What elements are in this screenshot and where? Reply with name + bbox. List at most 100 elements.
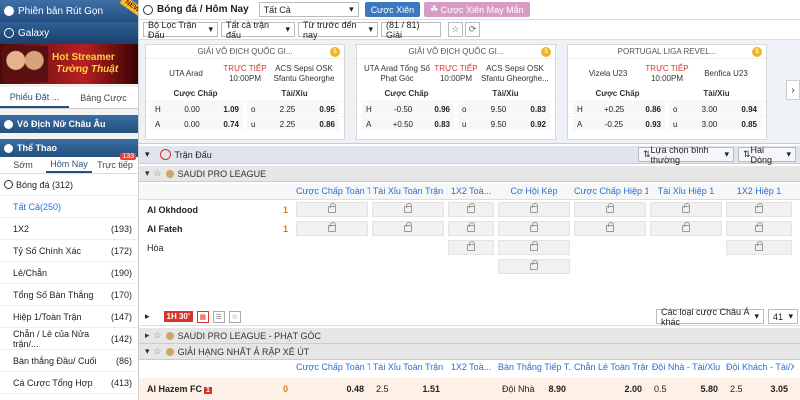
more-markets-select[interactable]: 41 ▾ (768, 309, 798, 324)
tab-bet-list[interactable]: Bảng Cược (69, 87, 138, 108)
app-root: Phiên bản Rút Gọn NEW Galaxy Hot Streame… (0, 0, 800, 400)
bet-type-item[interactable]: Tổng Số Bàn Thắng (170) (0, 284, 138, 306)
team-home-score: 1 (282, 204, 288, 215)
handicap-odds-cell[interactable]: A -0.25 0.93 (573, 118, 665, 130)
ou-price: 0.85 (741, 119, 757, 129)
bet-type-count: (86) (115, 355, 132, 366)
lock-icon (530, 260, 538, 270)
favorite-star-icon[interactable]: ☆ (154, 346, 162, 357)
all-matches-select[interactable]: Tất cả trận đấu ▾ (221, 20, 295, 40)
favorite-star-icon[interactable]: ☆ (448, 22, 463, 37)
league-count[interactable]: (81 / 81) Giải (381, 20, 441, 40)
galaxy-label: Galaxy (18, 27, 50, 39)
bet-type-item[interactable]: Hiệp 1/Toàn Trận (147) (0, 306, 138, 328)
bet-type-item[interactable]: Chẵn / Lẻ của Nửa trận/... (142) (0, 328, 138, 350)
handicap-odds-cell[interactable]: A 0.00 0.74 (151, 118, 243, 130)
coin-icon[interactable]: $ (541, 47, 551, 57)
galaxy-banner[interactable]: Galaxy (0, 22, 138, 44)
collapse-icon[interactable]: ▾ (145, 149, 150, 160)
handicap-line: -0.25 (604, 119, 623, 129)
tab-today[interactable]: Hôm Nay (46, 157, 92, 173)
match-controls-row: ▸ 1H 30' ▦ ☰ ☆ Các loại cược Châu Á khác… (139, 307, 800, 327)
handicap-header: Cược Chấp (595, 89, 640, 98)
sport-football[interactable]: Bóng đá (312) (0, 174, 138, 196)
league-row[interactable]: ▾ ☆ GIẢI HẠNG NHẤT Ả RẬP XÊ ÚT (139, 344, 800, 360)
match-filter-select[interactable]: Bộ Lọc Trận Đấu ▾ (143, 20, 218, 40)
time-range-select[interactable]: Từ trước đến nay ▾ (298, 20, 378, 40)
market-select[interactable]: Tất Cả ▾ (258, 2, 359, 17)
statistics-icon[interactable]: ▦ (196, 310, 209, 323)
lock-icon (606, 222, 614, 232)
card-time: 10:00PM (650, 74, 683, 83)
locked-odds-cell (726, 221, 792, 236)
bet-type-item[interactable]: Bàn thắng Đầu/ Cuối (86) (0, 350, 138, 372)
bet-slip-tabs: Phiếu Đặt ... Bảng Cược (0, 87, 138, 109)
league-name: SAUDI PRO LEAGUE (177, 168, 267, 179)
odds-cell[interactable]: 2.00 (574, 381, 646, 397)
bet-type-item[interactable]: 1X2 (193) (0, 218, 138, 240)
bet-type-item[interactable]: Cá Cược Tổng Hợp (413) (0, 372, 138, 394)
handicap-odds-cell[interactable]: H +0.25 0.86 (573, 103, 665, 115)
next-arrow-icon[interactable]: › (786, 80, 800, 100)
ou-odds-cell[interactable]: u 3.00 0.85 (669, 118, 761, 130)
ou-odds-cell[interactable]: u 2.25 0.86 (247, 118, 339, 130)
ou-price: 0.86 (319, 119, 335, 129)
odds-cell[interactable]: 2.5 1.51 (372, 381, 444, 397)
team-column-header (139, 184, 294, 199)
bet-type-item[interactable]: Tất Cả (250) (0, 196, 138, 218)
ou-odds-cell[interactable]: u 9.50 0.92 (458, 118, 550, 130)
tab-bet-slip[interactable]: Phiếu Đặt ... (0, 87, 69, 108)
sport-label: Bóng đá (16, 179, 50, 190)
column-header: Tài Xỉu Toàn Trận (372, 362, 444, 372)
ou-odds-cell[interactable]: o 3.00 0.94 (669, 103, 761, 115)
compact-version-banner[interactable]: Phiên bản Rút Gọn NEW (0, 0, 138, 22)
odds-cell[interactable]: 0.48 (296, 381, 368, 397)
handicap-odds-cell[interactable]: H 0.00 1.09 (151, 103, 243, 115)
lucky-parlay-button[interactable]: ☘ Cược Xiên May Mắn (424, 2, 530, 17)
odds-cell[interactable]: 2.5 3.05 (726, 381, 792, 397)
bet-type-item[interactable]: Lẻ/Chẵn (190) (0, 262, 138, 284)
refresh-icon[interactable]: ⟳ (465, 22, 480, 37)
locked-odds-cell (650, 202, 722, 217)
column-header: 1X2 Hiệp 1 (736, 186, 782, 196)
sort-select[interactable]: ⇅ Lựa chọn bình thường ▾ (638, 145, 734, 165)
coin-icon[interactable]: $ (752, 47, 762, 57)
bet-type-item[interactable]: Cược Thắng(62) (0, 394, 138, 400)
favorite-star-icon[interactable]: ☆ (154, 330, 162, 341)
bet-type-item[interactable]: Tỷ Số Chính Xác (172) (0, 240, 138, 262)
odds-cell[interactable]: Đội Nhà 8.90 (498, 381, 570, 397)
match-info-icon[interactable]: ☰ (212, 310, 225, 323)
parlay-button[interactable]: Cược Xiên (364, 2, 421, 17)
league-row[interactable]: ▸ ☆ SAUDI PRO LEAGUE - PHẠT GÓC (139, 328, 800, 344)
collapse-icon: ▾ (145, 168, 150, 178)
bet-type-label: Tất Cả (13, 201, 41, 212)
odds-price: 1.51 (422, 384, 440, 394)
womens-euro-label: Vô Địch Nữ Châu Âu (17, 119, 106, 129)
ou-odds-cell[interactable]: o 2.25 0.95 (247, 103, 339, 115)
league-row[interactable]: ▾ ☆ SAUDI PRO LEAGUE (139, 166, 800, 182)
view-select[interactable]: ⇅ Hai Dòng ▾ (738, 145, 796, 165)
handicap-line: 0.00 (184, 119, 200, 129)
sports-header[interactable]: Thể Thao (0, 139, 138, 157)
soccer-ball-icon (4, 6, 14, 16)
featured-match-card[interactable]: PORTUGAL LIGA REVEL... $ Vizela U23 TRỰC… (567, 44, 767, 140)
ou-odds-cell[interactable]: o 9.50 0.83 (458, 103, 550, 115)
card-away-team: ACS Sepsi OSK Sfantu Gheorghe... (481, 64, 549, 83)
favorite-star-icon[interactable]: ☆ (154, 168, 162, 179)
tab-early[interactable]: Sớm (0, 157, 46, 173)
expand-icon[interactable]: ▸ (145, 311, 150, 322)
featured-match-card[interactable]: GIẢI VÔ ĐỊCH QUỐC GI... $ UTA Arad TRỰC … (145, 44, 345, 140)
odds-price: 5.80 (700, 384, 718, 394)
sidebar: Phiên bản Rút Gọn NEW Galaxy Hot Streame… (0, 0, 139, 400)
hot-streamer-banner[interactable]: Hot Streamer Tường Thuật (0, 44, 138, 84)
page-title: Bóng đá / Hôm Nay (157, 4, 249, 15)
featured-match-card[interactable]: GIẢI VÔ ĐỊCH QUỐC GI... $ UTA Arad Tổng … (356, 44, 556, 140)
favorite-star-icon[interactable]: ☆ (228, 310, 241, 323)
odds-cell[interactable]: 0.5 5.80 (650, 381, 722, 397)
column-header: Cược Chấp Toàn T... (296, 362, 370, 372)
womens-euro-header[interactable]: Vô Địch Nữ Châu Âu (0, 115, 138, 133)
handicap-odds-cell[interactable]: A +0.50 0.83 (362, 118, 454, 130)
other-asian-bets-select[interactable]: Các loại cược Châu Á khác ▾ (656, 307, 764, 327)
coin-icon[interactable]: $ (330, 47, 340, 57)
handicap-odds-cell[interactable]: H -0.50 0.96 (362, 103, 454, 115)
